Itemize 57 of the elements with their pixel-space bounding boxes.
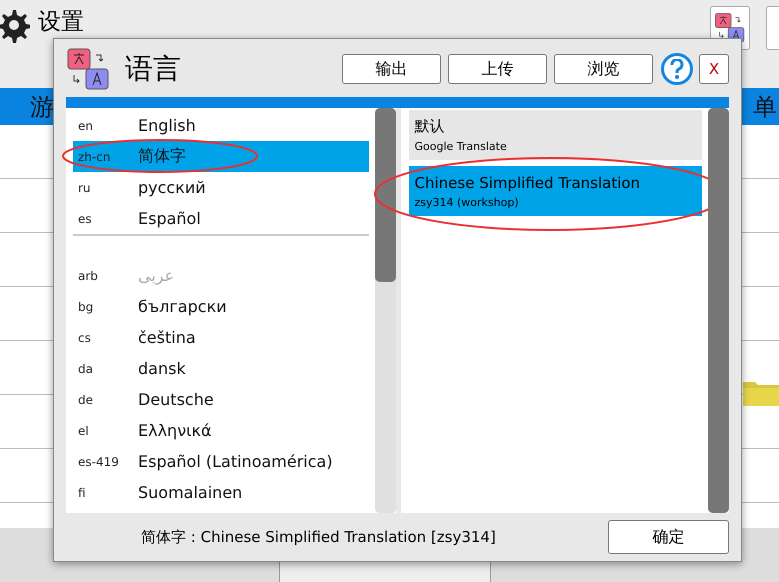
translation-item[interactable]: Chinese Simplified Translation zsy314 (workshop) [408, 166, 702, 216]
toolbar-button[interactable] [766, 6, 779, 50]
language-code: de [77, 392, 94, 406]
language-item[interactable]: de Deutsche [73, 384, 368, 415]
language-item[interactable]: cs čeština [73, 322, 368, 353]
language-item[interactable]: fi Suomalainen [73, 477, 368, 508]
translation-title: Chinese Simplified Translation [414, 174, 642, 192]
language-name: Ελληνικά [138, 421, 212, 440]
language-code: zh-cn [77, 150, 112, 164]
language-name: dansk [138, 359, 186, 378]
language-name: русский [138, 178, 206, 197]
confirm-button[interactable]: 确定 [608, 520, 729, 554]
language-name: Suomalainen [138, 483, 242, 502]
translation-item[interactable]: 默认 Google Translate [408, 110, 702, 160]
language-item[interactable]: bg български [73, 291, 368, 322]
language-item[interactable]: es Español [73, 203, 368, 236]
language-code: el [77, 424, 90, 438]
language-name: 简体字 [138, 146, 186, 167]
language-name: Español [138, 209, 201, 228]
language-name: Español (Latinoamérica) [138, 452, 333, 471]
language-code: es [77, 212, 93, 226]
language-name: Deutsche [138, 390, 214, 409]
close-button[interactable]: X [699, 54, 729, 84]
language-code: fi [77, 486, 87, 500]
folder-icon[interactable] [743, 380, 779, 406]
status-text: 简体字 : Chinese Simplified Translation [zsy314] [141, 528, 497, 546]
help-icon[interactable] [661, 53, 693, 85]
language-item[interactable]: es-419 Español (Latinoamérica) [73, 446, 368, 477]
language-code: es-419 [77, 454, 120, 468]
language-item[interactable]: ru русский [73, 172, 368, 203]
scrollbar[interactable] [374, 108, 396, 513]
language-item[interactable]: da dansk [73, 353, 368, 384]
language-code: ru [77, 180, 92, 194]
language-name: български [138, 297, 227, 316]
scrollbar[interactable] [708, 108, 729, 513]
toolbar-button[interactable]: 浏览 [554, 54, 653, 84]
language-item[interactable]: zh-cn 简体字 [73, 141, 368, 172]
translate-icon [66, 46, 111, 92]
language-item[interactable]: en English [73, 110, 368, 141]
tab-label[interactable]: 游 [30, 90, 54, 122]
language-code: en [77, 118, 94, 132]
translation-author: zsy314 (workshop) [414, 196, 520, 208]
toolbar-button[interactable]: 输出 [342, 54, 441, 84]
language-code: bg [77, 300, 94, 314]
language-name: عربى [138, 266, 174, 285]
translation-author: Google Translate [414, 140, 508, 153]
dialog-title: 语言 [125, 51, 182, 87]
translation-title: 默认 [414, 117, 446, 136]
language-code: arb [77, 268, 99, 282]
language-item[interactable]: el Ελληνικά [73, 415, 368, 446]
language-code: da [77, 362, 94, 376]
toolbar-button[interactable]: 上传 [448, 54, 547, 84]
tab-label[interactable]: 单 [753, 90, 777, 122]
language-name: English [138, 116, 196, 135]
language-name: čeština [138, 328, 196, 347]
language-code: cs [77, 330, 92, 344]
page-title: 设置 [38, 8, 84, 36]
